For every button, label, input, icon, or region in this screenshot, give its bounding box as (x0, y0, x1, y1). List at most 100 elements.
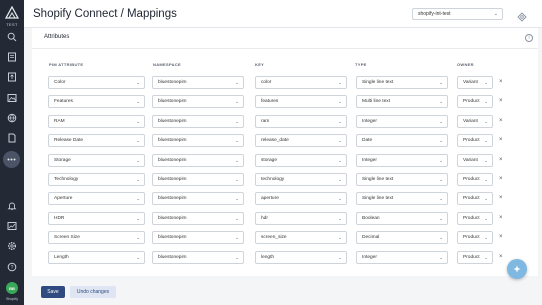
mapping-row: Release Date ⌄ bluestonepim ⌄ release_date ⌄ D… (44, 134, 526, 148)
namespace-select[interactable]: bluestonepim ⌄ (152, 134, 244, 148)
attribute-select[interactable]: Technology ⌄ (48, 173, 145, 186)
namespace-select[interactable]: bluestonepim ⌄ (152, 173, 244, 186)
sync-icon[interactable] (517, 9, 527, 22)
catalog-icon[interactable] (7, 52, 17, 62)
owner-select[interactable]: Product ⌄ (457, 250, 493, 264)
owner-select[interactable]: Product ⌄ (457, 211, 493, 225)
namespace-select[interactable]: bluestonepim ⌄ (152, 95, 244, 109)
chevron-down-icon: ⌄ (235, 196, 239, 202)
key-value: technology (261, 177, 285, 182)
avatar[interactable]: BB (6, 282, 18, 294)
owner-select[interactable]: Product ⌄ (457, 192, 493, 206)
chart-icon[interactable] (7, 221, 17, 231)
key-select[interactable]: length ⌄ (255, 250, 347, 264)
attribute-select[interactable]: Features ⌄ (48, 95, 145, 109)
chevron-down-icon: ⌄ (338, 118, 342, 124)
owner-select[interactable]: Variant ⌄ (457, 114, 493, 128)
mapping-row: Technology ⌄ bluestonepim ⌄ technology ⌄ Singl… (44, 173, 526, 186)
namespace-select[interactable]: bluestonepim ⌄ (152, 231, 244, 245)
namespace-select[interactable]: bluestonepim ⌄ (152, 114, 244, 128)
key-select[interactable]: aperture ⌄ (255, 192, 347, 206)
key-select[interactable]: color ⌄ (255, 76, 347, 89)
mapping-row: Aperture ⌄ bluestonepim ⌄ aperture ⌄ Single li… (44, 192, 526, 206)
type-select[interactable]: Boolean ⌄ (356, 211, 448, 225)
key-select[interactable]: hdr ⌄ (255, 211, 347, 225)
chevron-down-icon: ⌄ (338, 196, 342, 202)
type-select[interactable]: Integer ⌄ (356, 114, 448, 128)
attribute-select[interactable]: Screen Size ⌄ (48, 231, 145, 245)
attribute-select[interactable]: Length ⌄ (48, 250, 145, 264)
owner-select[interactable]: Variant ⌄ (457, 153, 493, 167)
search-icon[interactable] (7, 32, 17, 42)
export-icon[interactable] (7, 72, 17, 82)
app-logo-icon[interactable] (4, 5, 20, 20)
namespace-select[interactable]: bluestonepim ⌄ (152, 153, 244, 167)
type-value: Single line text (362, 196, 394, 202)
remove-row-icon[interactable]: × (499, 154, 503, 167)
column-header-attribute: PIM ATTRIBUTE (49, 62, 84, 67)
owner-select[interactable]: Variant ⌄ (457, 76, 493, 89)
key-select[interactable]: release_date ⌄ (255, 134, 347, 148)
key-select[interactable]: technology ⌄ (255, 173, 347, 186)
save-button[interactable]: Save (41, 286, 65, 298)
help-icon[interactable]: ? (7, 262, 17, 272)
type-select[interactable]: Integer ⌄ (356, 153, 448, 167)
type-select[interactable]: Date ⌄ (356, 134, 448, 148)
owner-select[interactable]: Product ⌄ (457, 95, 493, 109)
owner-select[interactable]: Product ⌄ (457, 173, 493, 186)
store-select[interactable]: shopify-int-test ⌄ (412, 8, 503, 20)
owner-value: Product (463, 235, 480, 241)
type-value: Integer (362, 157, 377, 163)
remove-row-icon[interactable]: × (499, 173, 503, 186)
attribute-select[interactable]: HDR ⌄ (48, 211, 145, 225)
document-icon[interactable] (7, 133, 17, 143)
remove-row-icon[interactable]: × (499, 95, 503, 108)
remove-row-icon[interactable]: × (499, 231, 503, 244)
type-select[interactable]: Integer ⌄ (356, 250, 448, 264)
attribute-select[interactable]: Color ⌄ (48, 76, 145, 89)
key-select[interactable]: features ⌄ (255, 95, 347, 109)
owner-select[interactable]: Product ⌄ (457, 231, 493, 245)
type-value: Single line text (362, 177, 394, 182)
globe-icon[interactable] (7, 113, 17, 123)
owner-value: Product (463, 196, 480, 202)
remove-row-icon[interactable]: × (499, 192, 503, 205)
undo-changes-button[interactable]: Undo changes (70, 286, 116, 298)
namespace-select[interactable]: bluestonepim ⌄ (152, 211, 244, 225)
namespace-select[interactable]: bluestonepim ⌄ (152, 76, 244, 89)
key-value: hdr (261, 215, 268, 221)
attribute-select[interactable]: RAM ⌄ (48, 114, 145, 128)
remove-row-icon[interactable]: × (499, 115, 503, 128)
remove-row-icon[interactable]: × (499, 134, 503, 147)
remove-row-icon[interactable]: × (499, 76, 503, 89)
key-value: aperture (261, 196, 279, 202)
attribute-select[interactable]: Release Date ⌄ (48, 134, 145, 148)
image-icon[interactable] (7, 93, 17, 103)
key-select[interactable]: storage ⌄ (255, 153, 347, 167)
key-select[interactable]: screen_size ⌄ (255, 231, 347, 245)
type-select[interactable]: Single line text ⌄ (356, 192, 448, 206)
type-select[interactable]: Single line text ⌄ (356, 76, 448, 89)
namespace-select[interactable]: bluestonepim ⌄ (152, 192, 244, 206)
remove-row-icon[interactable]: × (499, 212, 503, 225)
key-select[interactable]: ram ⌄ (255, 114, 347, 128)
remove-row-icon[interactable]: × (499, 251, 503, 264)
org-label: TEST (6, 22, 18, 27)
owner-select[interactable]: Product ⌄ (457, 134, 493, 148)
type-value: Integer (362, 254, 377, 260)
assistant-fab-button[interactable] (507, 259, 527, 279)
attribute-select[interactable]: Storage ⌄ (48, 153, 145, 167)
chevron-down-icon: ⌄ (439, 138, 443, 144)
info-icon[interactable]: i (525, 34, 533, 42)
key-value: ram (261, 118, 270, 124)
type-select[interactable]: Decimal ⌄ (356, 231, 448, 245)
namespace-select[interactable]: bluestonepim ⌄ (152, 250, 244, 264)
namespace-value: bluestonepim (158, 118, 187, 124)
type-select[interactable]: Multi line text ⌄ (356, 95, 448, 109)
more-apps-button[interactable] (3, 151, 20, 168)
chevron-down-icon: ⌄ (439, 215, 443, 221)
attribute-select[interactable]: Aperture ⌄ (48, 192, 145, 206)
type-select[interactable]: Single line text ⌄ (356, 173, 448, 186)
settings-gear-icon[interactable] (7, 241, 17, 251)
bell-icon[interactable] (7, 201, 17, 211)
